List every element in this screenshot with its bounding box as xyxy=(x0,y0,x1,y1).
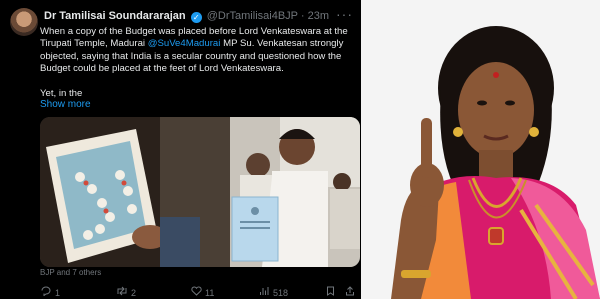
author-handle[interactable]: @DrTamilisai4BJP xyxy=(207,10,298,22)
views-icon xyxy=(258,286,270,298)
like-count: 11 xyxy=(205,288,215,298)
tweet-text-segment: objected, saying that India is a secular… xyxy=(40,50,342,62)
tweet-text-segment: When a copy of the Budget was placed bef… xyxy=(40,26,348,37)
reply-count: 1 xyxy=(55,288,61,298)
mention-link[interactable]: @SuVe4Madurai xyxy=(148,38,221,49)
tagged-users-label[interactable]: BJP and 7 others xyxy=(40,268,101,277)
show-more-link[interactable]: Show more xyxy=(40,99,91,110)
author-name[interactable]: Dr Tamilisai Soundararajan xyxy=(44,10,186,22)
reply-icon xyxy=(40,286,52,298)
views-count: 518 xyxy=(273,288,289,298)
like-icon xyxy=(190,286,202,298)
verified-badge-icon: ✓ xyxy=(190,12,202,23)
author-avatar[interactable] xyxy=(10,8,38,36)
tweet-text-segment: Budget could be placed at the feet of Lo… xyxy=(40,63,284,75)
tweet-line: Tirupati Temple, Madurai @SuVe4Madurai M… xyxy=(40,38,356,50)
repost-icon xyxy=(116,286,128,298)
tweet-media-image[interactable] xyxy=(40,117,360,267)
tweet-timestamp[interactable]: 23m xyxy=(308,10,329,22)
tweet-header: Dr Tamilisai Soundararajan ✓ @DrTamilisa… xyxy=(44,10,329,26)
speaker-photo xyxy=(361,0,600,299)
more-options-icon[interactable]: ··· xyxy=(336,6,353,22)
bookmark-button[interactable] xyxy=(324,286,339,298)
tweet-text-segment: Tirupati Temple, Madurai xyxy=(40,38,148,50)
views-button[interactable]: 518 xyxy=(258,286,288,298)
tweet-line: When a copy of the Budget was placed bef… xyxy=(40,26,356,38)
like-button[interactable]: 11 xyxy=(190,286,214,298)
tweet-text-segment: MP Su. Venkatesan strongly xyxy=(220,38,344,50)
separator-dot: · xyxy=(300,10,305,22)
repost-button[interactable]: 2 xyxy=(116,286,136,298)
tweet-actions: 1 2 11 518 xyxy=(40,286,356,299)
tweet-line: objected, saying that India is a secular… xyxy=(40,51,356,63)
share-icon xyxy=(344,286,356,298)
bookmark-icon xyxy=(324,286,336,298)
tweet-card: Dr Tamilisai Soundararajan ✓ @DrTamilisa… xyxy=(0,0,361,299)
share-button[interactable] xyxy=(344,286,359,298)
repost-count: 2 xyxy=(131,288,137,298)
reply-button[interactable]: 1 xyxy=(40,286,60,298)
tweet-text: When a copy of the Budget was placed bef… xyxy=(40,26,356,100)
tweet-line: Budget could be placed at the feet of Lo… xyxy=(40,63,356,75)
